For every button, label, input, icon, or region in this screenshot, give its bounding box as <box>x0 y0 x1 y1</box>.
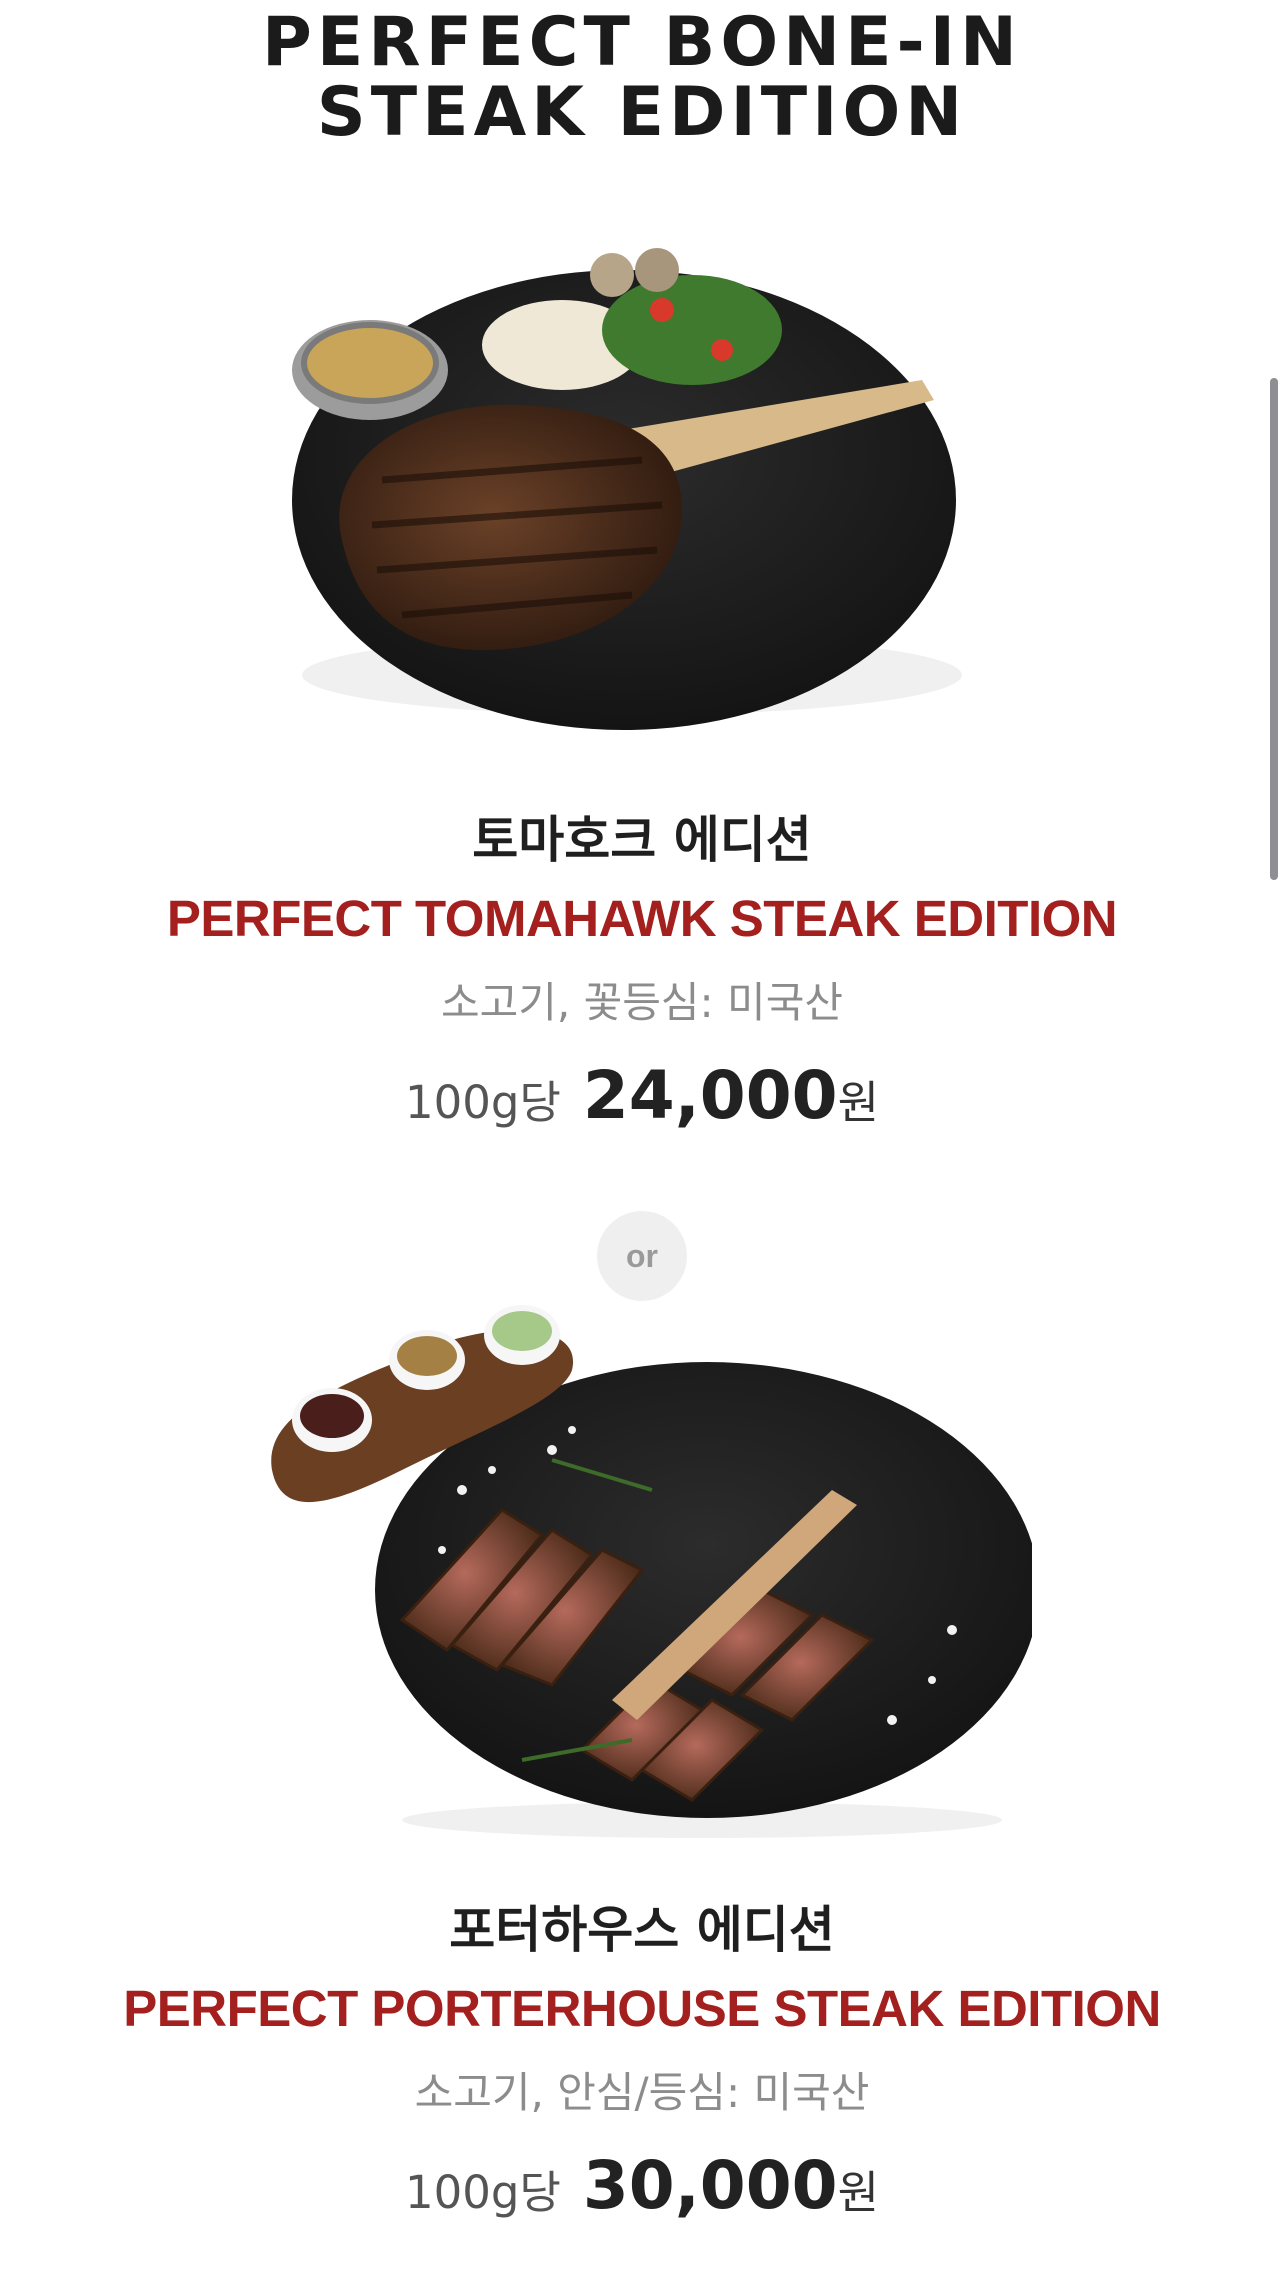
item-origin: 소고기, 안심/등심: 미국산 <box>414 2068 870 2117</box>
price-value: 24,000 <box>582 1057 838 1134</box>
item-origin: 소고기, 꽃등심: 미국산 <box>441 978 843 1027</box>
price-unit: 100g당 <box>405 1076 561 1129</box>
page-title: PERFECT BONE-IN STEAK EDITION <box>0 8 1284 148</box>
item-kor-name: 포터하우스 에디션 <box>449 1901 835 1959</box>
vertical-scrollbar[interactable] <box>1270 378 1278 880</box>
page-title-line1: PERFECT BONE-IN <box>262 3 1022 82</box>
or-divider-badge: or <box>597 1211 687 1301</box>
price-unit: 100g당 <box>405 2166 561 2219</box>
item-eng-name: PERFECT TOMAHAWK STEAK EDITION <box>166 890 1118 947</box>
item-kor-name: 토마호크 에디션 <box>472 811 812 869</box>
porterhouse-steak-image <box>0 1300 1284 1840</box>
price-value: 30,000 <box>582 2147 838 2224</box>
item-price: 100g당 24,000원 <box>0 1060 1284 1149</box>
porterhouse-item[interactable]: 포터하우스 에디션 PERFECT PORTERHOUSE STEAK EDIT… <box>0 1900 1284 2239</box>
price-currency: 원 <box>837 1076 879 1129</box>
item-price: 100g당 30,000원 <box>0 2150 1284 2239</box>
page-title-line2: STEAK EDITION <box>316 73 968 152</box>
tomahawk-item[interactable]: 토마호크 에디션 PERFECT TOMAHAWK STEAK EDITION … <box>0 810 1284 1149</box>
tomahawk-steak-image <box>0 230 1284 750</box>
price-currency: 원 <box>837 2166 879 2219</box>
item-eng-name: PERFECT PORTERHOUSE STEAK EDITION <box>123 1980 1161 2037</box>
